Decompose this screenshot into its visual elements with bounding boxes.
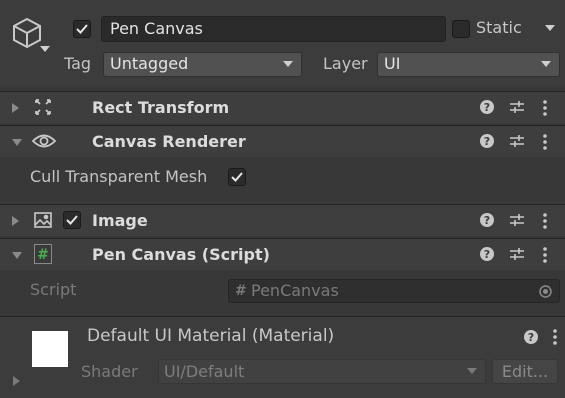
script-hash-icon: # (235, 283, 247, 299)
shader-dropdown[interactable]: UI/Default (158, 359, 486, 384)
help-icon[interactable]: ? (479, 246, 495, 262)
cull-transparent-mesh-label: Cull Transparent Mesh (30, 167, 208, 186)
kebab-menu-icon[interactable] (542, 246, 548, 264)
static-dropdown-arrow[interactable] (545, 25, 555, 31)
layer-label: Layer (323, 54, 368, 73)
help-icon[interactable]: ? (479, 212, 495, 228)
canvas-renderer-body: Cull Transparent Mesh (0, 157, 565, 204)
material-title: Default UI Material (Material) (87, 326, 335, 346)
chevron-down-icon (541, 61, 551, 67)
tag-value: Untagged (110, 54, 189, 73)
static-label: Static (476, 18, 522, 37)
svg-text:?: ? (484, 248, 490, 261)
presets-icon[interactable] (509, 212, 525, 228)
rect-transform-icon (33, 97, 53, 117)
cube-icon[interactable] (11, 16, 43, 50)
image-enabled-toggle[interactable] (63, 211, 81, 229)
foldout-arrow-icon[interactable] (12, 103, 19, 113)
object-picker-icon[interactable] (539, 285, 552, 298)
script-label: Script (30, 280, 77, 299)
component-title: Rect Transform (92, 98, 230, 117)
svg-text:?: ? (528, 331, 534, 344)
edit-shader-button[interactable]: Edit... (492, 359, 558, 384)
kebab-menu-icon[interactable] (552, 328, 558, 346)
script-value: PenCanvas (251, 281, 339, 300)
presets-icon[interactable] (509, 99, 525, 115)
cull-transparent-mesh-toggle[interactable] (228, 168, 246, 186)
eye-icon (31, 133, 57, 149)
foldout-arrow-icon[interactable] (12, 139, 22, 146)
active-toggle[interactable] (73, 20, 91, 38)
static-toggle[interactable] (452, 20, 470, 38)
component-header-rect-transform[interactable]: Rect Transform ? (0, 91, 565, 123)
gameobject-header: Pen Canvas Static Tag Untagged Layer UI (0, 0, 565, 86)
svg-text:?: ? (484, 214, 490, 227)
help-icon[interactable]: ? (523, 329, 539, 345)
tag-label: Tag (64, 54, 92, 73)
presets-icon[interactable] (509, 246, 525, 262)
layer-dropdown[interactable]: UI (377, 52, 560, 77)
tag-dropdown[interactable]: Untagged (103, 52, 302, 77)
object-name-input[interactable]: Pen Canvas (101, 16, 446, 42)
component-header-canvas-renderer[interactable]: Canvas Renderer ? (0, 125, 565, 157)
foldout-arrow-icon[interactable] (12, 216, 19, 226)
component-header-pen-canvas-script[interactable]: # Pen Canvas (Script) ? (0, 238, 565, 270)
help-icon[interactable]: ? (479, 99, 495, 115)
svg-text:#: # (37, 247, 49, 263)
icon-dropdown-arrow[interactable] (40, 46, 50, 52)
svg-text:?: ? (484, 101, 490, 114)
layer-value: UI (384, 54, 401, 73)
component-title: Image (92, 211, 148, 230)
help-icon[interactable]: ? (479, 133, 495, 149)
chevron-down-icon (467, 368, 477, 374)
script-object-field[interactable]: # PenCanvas (228, 279, 560, 303)
script-hash-icon: # (34, 244, 52, 264)
foldout-arrow-icon[interactable] (12, 252, 22, 259)
kebab-menu-icon[interactable] (542, 99, 548, 117)
material-foldout-arrow-icon[interactable] (13, 376, 20, 386)
svg-text:?: ? (484, 135, 490, 148)
image-icon (33, 211, 53, 229)
component-title: Pen Canvas (Script) (92, 245, 270, 264)
component-header-image[interactable]: Image ? (0, 204, 565, 236)
presets-icon[interactable] (509, 133, 525, 149)
component-title: Canvas Renderer (92, 132, 246, 151)
chevron-down-icon (283, 61, 293, 67)
material-preview-swatch (32, 331, 68, 367)
shader-value: UI/Default (164, 362, 245, 381)
kebab-menu-icon[interactable] (542, 212, 548, 230)
shader-label: Shader (81, 362, 138, 381)
kebab-menu-icon[interactable] (542, 133, 548, 151)
